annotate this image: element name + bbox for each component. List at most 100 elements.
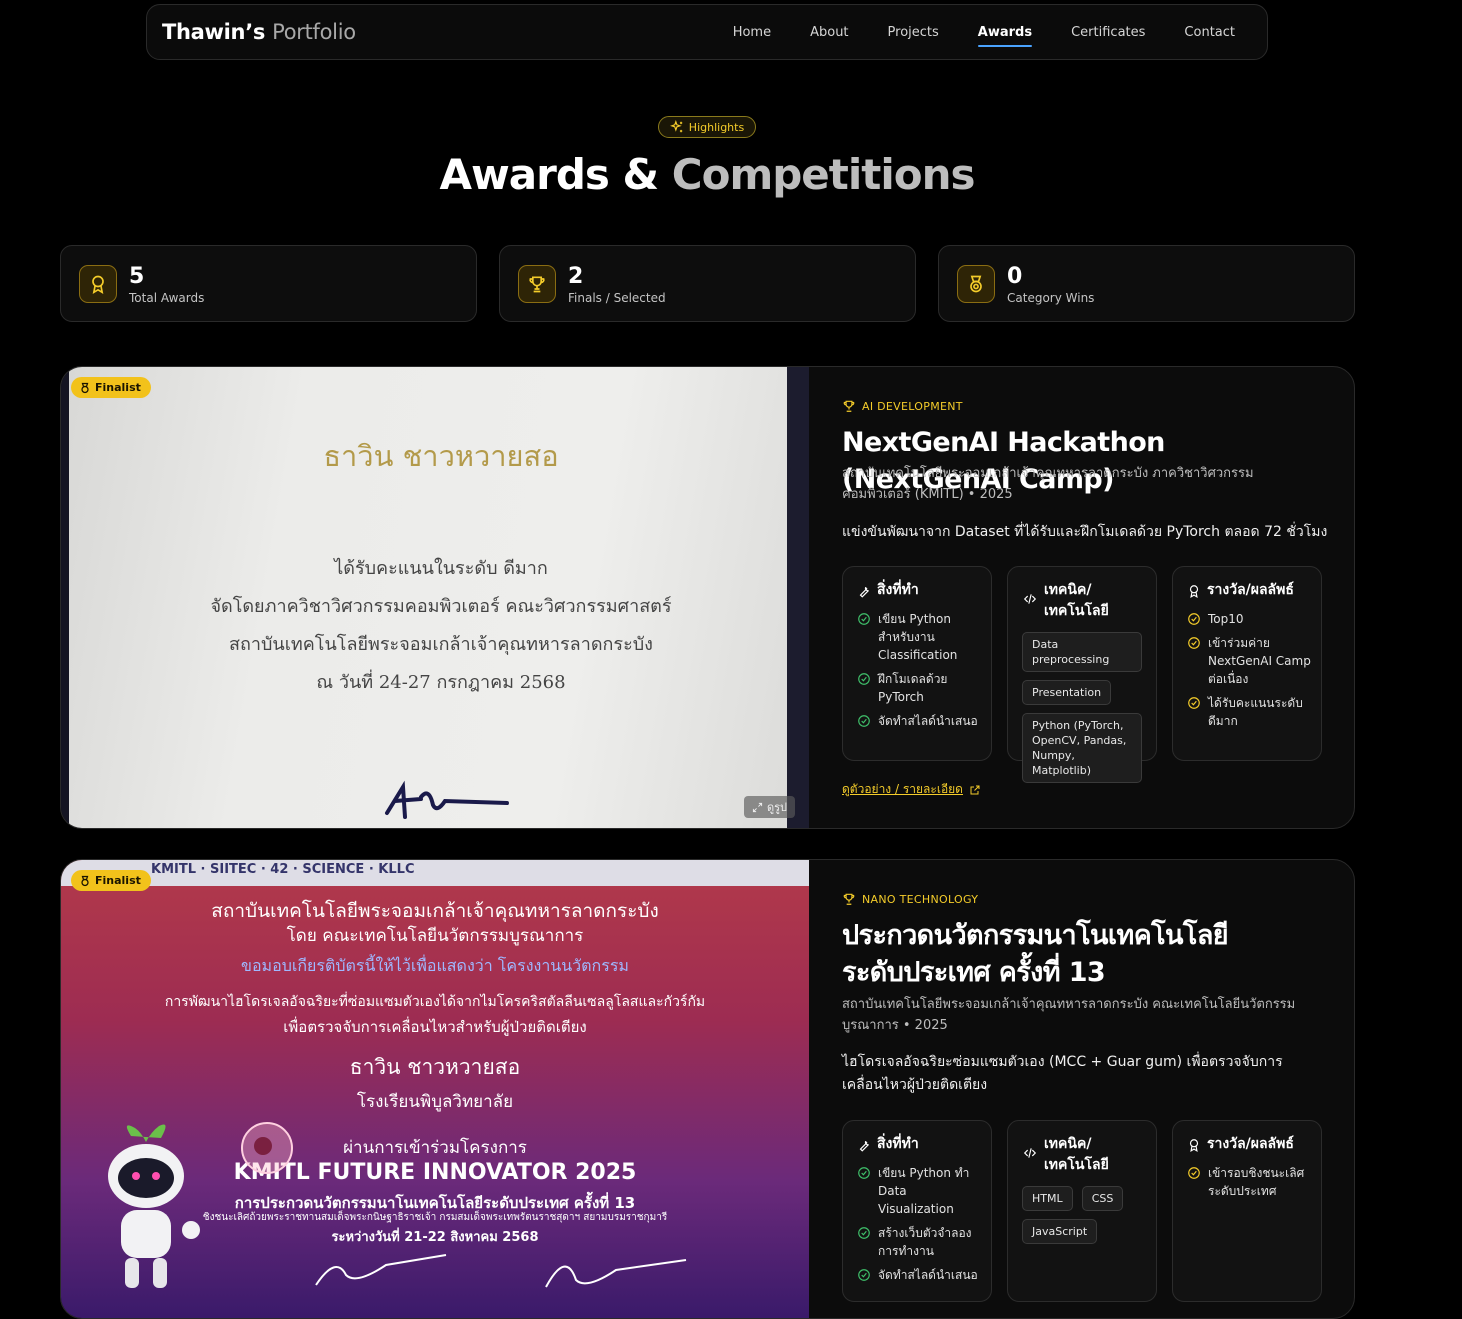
stat-card-category-wins: 0 Category Wins bbox=[938, 245, 1355, 322]
award-category: AI DEVELOPMENT bbox=[842, 399, 963, 413]
list-item: จัดทำสไลด์นำเสนอ bbox=[857, 1266, 981, 1284]
did-list: เขียน Python ทำ Data Visualization สร้าง… bbox=[857, 1164, 981, 1290]
nav-projects[interactable]: Projects bbox=[888, 25, 939, 40]
category-label: AI DEVELOPMENT bbox=[862, 399, 963, 413]
award-card: ธาวิน ชาวหวายสอ ได้รับคะแนนในระดับ ดีมาก… bbox=[60, 366, 1355, 829]
did-heading: สิ่งที่ทำ bbox=[857, 580, 919, 601]
certificate-line: จัดโดยภาควิชาวิศวกรรมคอมพิวเตอร์ คณะวิศว… bbox=[210, 596, 672, 617]
stat-label: Category Wins bbox=[1007, 291, 1095, 305]
stat-value: 5 bbox=[129, 264, 145, 289]
check-circle-icon bbox=[1188, 613, 1200, 625]
view-image-button[interactable]: ดูรูป bbox=[743, 796, 795, 818]
stat-label: Finals / Selected bbox=[568, 291, 666, 305]
tech-tag: CSS bbox=[1081, 1186, 1124, 1211]
tech-tag: JavaScript bbox=[1022, 1219, 1098, 1244]
nav-awards[interactable]: Awards bbox=[977, 25, 1033, 47]
check-circle-icon bbox=[858, 715, 870, 727]
did-heading-label: สิ่งที่ทำ bbox=[877, 582, 919, 598]
list-item: เข้าร่วมค่าย NextGenAI Camp ต่อเนื่อง bbox=[1187, 634, 1311, 688]
finalist-badge: Finalist bbox=[71, 870, 151, 891]
stat-card-total-awards: 5 Total Awards bbox=[60, 245, 477, 322]
external-link-icon bbox=[970, 785, 980, 794]
check-circle-icon bbox=[858, 1269, 870, 1281]
tech-tag: Presentation bbox=[1022, 680, 1112, 705]
stat-label: Total Awards bbox=[129, 291, 205, 305]
badge-label: Finalist bbox=[95, 381, 141, 394]
code-icon bbox=[1023, 594, 1037, 604]
award-description: แข่งขันพัฒนาจาก Dataset ที่ได้รับและฝึกโ… bbox=[842, 524, 1328, 540]
certificate-line: โดย คณะเทคโนโลยีนวัตกรรมบูรณาการ bbox=[286, 926, 584, 946]
list-item: เข้ารอบชิงชนะเลิศระดับประเทศ bbox=[1187, 1164, 1311, 1200]
result-box: รางวัล/ผลลัพธ์ เข้ารอบชิงชนะเลิศระดับประ… bbox=[1172, 1120, 1322, 1302]
trophy-icon bbox=[843, 893, 855, 905]
certificate-line: การพัฒนาไฮโดรเจลอัจฉริยะที่ซ่อมแซมตัวเอง… bbox=[164, 994, 706, 1010]
badge-label: Finalist bbox=[95, 874, 141, 887]
stat-value: 0 bbox=[1007, 264, 1023, 289]
finalist-badge: Finalist bbox=[71, 377, 151, 398]
list-text: Top10 bbox=[1208, 612, 1244, 626]
page-title: Awards & Competitions bbox=[0, 150, 1414, 199]
signature-graphic bbox=[385, 780, 509, 819]
award-icon bbox=[1189, 585, 1199, 598]
trophy-icon bbox=[843, 400, 855, 412]
list-text: สร้างเว็บตัวจำลองการทำงาน bbox=[878, 1226, 972, 1258]
check-circle-icon bbox=[1188, 697, 1200, 709]
award-category: NANO TECHNOLOGY bbox=[842, 892, 978, 906]
medal-icon bbox=[957, 265, 995, 303]
title-second: Competitions bbox=[671, 150, 976, 199]
list-item: จัดทำสไลด์นำเสนอ bbox=[857, 712, 981, 730]
trophy-icon bbox=[518, 265, 556, 303]
certificate-image[interactable]: KMITL · SIITEC · 42 · SCIENCE · KLLC สถา… bbox=[61, 860, 809, 1318]
award-card: KMITL · SIITEC · 42 · SCIENCE · KLLC สถา… bbox=[60, 859, 1355, 1319]
nav-about[interactable]: About bbox=[810, 25, 848, 40]
certificate-line: ได้รับคะแนนในระดับ ดีมาก bbox=[334, 558, 548, 579]
certificate-line: ขอมอบเกียรติบัตรนี้ให้ไว้เพื่อแสดงว่า โค… bbox=[241, 956, 629, 975]
award-icon bbox=[1189, 1139, 1199, 1152]
list-text: จัดทำสไลด์นำเสนอ bbox=[878, 1268, 978, 1282]
list-item: เขียน Python ทำ Data Visualization bbox=[857, 1164, 981, 1218]
check-circle-icon bbox=[858, 1167, 870, 1179]
tech-heading: เทคนิค/เทคโนโลยี bbox=[1022, 580, 1124, 622]
list-text: เข้ารอบชิงชนะเลิศระดับประเทศ bbox=[1208, 1166, 1305, 1198]
result-heading-label: รางวัล/ผลลัพธ์ bbox=[1207, 582, 1294, 598]
sponsor-logos-text: KMITL · SIITEC · 42 · SCIENCE · KLLC bbox=[151, 862, 415, 877]
sparkles-icon bbox=[669, 120, 683, 133]
nanoparticle-graphic bbox=[241, 1122, 293, 1174]
list-text: เขียน Python ทำ Data Visualization bbox=[878, 1166, 970, 1216]
check-circle-icon bbox=[858, 613, 870, 625]
brand-logo[interactable]: Thawin’s Portfolio bbox=[162, 20, 356, 44]
details-link-label: ดูตัวอย่าง / รายละเอียด bbox=[842, 782, 963, 796]
nav-links: Home About Projects Awards Certificates … bbox=[694, 25, 1235, 47]
brand-second: Portfolio bbox=[272, 20, 356, 44]
details-link[interactable]: ดูตัวอย่าง / รายละเอียด bbox=[842, 780, 981, 799]
list-item: ฝึกโมเดลด้วย PyTorch bbox=[857, 670, 981, 706]
expand-icon bbox=[752, 802, 763, 812]
certificate-name: ธาวิน ชาวหวายสอ bbox=[349, 1055, 521, 1079]
nav-contact[interactable]: Contact bbox=[1184, 25, 1235, 40]
brand-first: Thawin’s bbox=[162, 20, 266, 44]
stat-card-finals: 2 Finals / Selected bbox=[499, 245, 916, 322]
award-title: ประกวดนวัตกรรมนาโนเทคโนโลยี ระดับประเทศ … bbox=[842, 920, 1229, 988]
award-organizer: สถาบันเทคโนโลยีพระจอมเกล้าเจ้าคุณทหารลาด… bbox=[842, 997, 1296, 1033]
result-heading: รางวัล/ผลลัพธ์ bbox=[1187, 580, 1294, 601]
award-icon bbox=[79, 265, 117, 303]
result-heading-label: รางวัล/ผลลัพธ์ bbox=[1207, 1136, 1294, 1152]
result-list: Top10 เข้าร่วมค่าย NextGenAI Camp ต่อเนื… bbox=[1187, 610, 1311, 736]
nav-home[interactable]: Home bbox=[733, 25, 771, 40]
result-box: รางวัล/ผลลัพธ์ Top10 เข้าร่วมค่าย NextGe… bbox=[1172, 566, 1322, 761]
pill-label: Highlights bbox=[688, 120, 745, 134]
signature-graphic bbox=[315, 1254, 687, 1288]
award-organizer: สถาบันเทคโนโลยีพระจอมเกล้าเจ้าคุณทหารลาด… bbox=[842, 466, 1254, 502]
robot-mascot-image bbox=[108, 1124, 200, 1288]
did-box: สิ่งที่ทำ เขียน Python ทำ Data Visualiza… bbox=[842, 1120, 992, 1302]
check-circle-icon bbox=[1188, 637, 1200, 649]
result-heading: รางวัล/ผลลัพธ์ bbox=[1187, 1134, 1294, 1155]
check-circle-icon bbox=[858, 673, 870, 685]
tech-heading: เทคนิค/เทคโนโลยี bbox=[1022, 1134, 1124, 1176]
tech-tag: Data preprocessing bbox=[1022, 632, 1142, 672]
tech-tag: HTML bbox=[1022, 1186, 1073, 1211]
certificate-image[interactable]: ธาวิน ชาวหวายสอ ได้รับคะแนนในระดับ ดีมาก… bbox=[61, 367, 809, 828]
list-text: เขียน Python สำหรับงาน Classification bbox=[878, 612, 958, 662]
tech-box: เทคนิค/เทคโนโลยี HTML CSS JavaScript bbox=[1007, 1120, 1157, 1302]
nav-certificates[interactable]: Certificates bbox=[1071, 25, 1145, 40]
